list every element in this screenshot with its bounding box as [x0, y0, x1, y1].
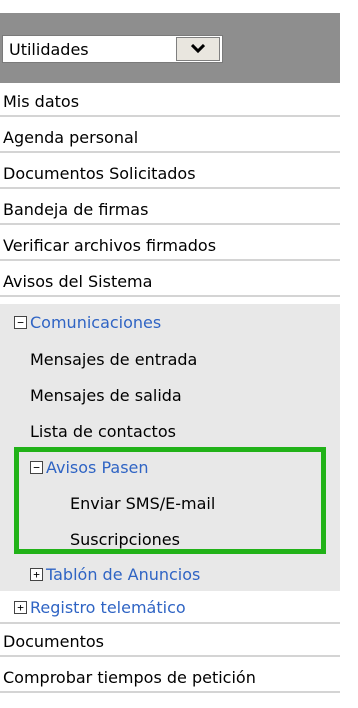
menu-item-label[interactable]: Tablón de Anuncios	[46, 565, 200, 584]
menu-item-suscripciones[interactable]: Suscripciones	[0, 521, 340, 557]
collapse-icon[interactable]: −	[30, 460, 43, 474]
menu-item-mensajes-salida[interactable]: Mensajes de salida	[0, 377, 340, 413]
dropdown-button[interactable]	[176, 37, 220, 61]
menu-item-avisos-sistema[interactable]: Avisos del Sistema	[0, 268, 340, 297]
menu-item-lista-contactos[interactable]: Lista de contactos	[0, 413, 340, 449]
menu-item-agenda-personal[interactable]: Agenda personal	[0, 124, 340, 153]
menu-item-label: Mis datos	[3, 92, 80, 111]
menu-item-mensajes-entrada[interactable]: Mensajes de entrada	[0, 341, 340, 377]
menu-item-label: Avisos del Sistema	[3, 272, 153, 291]
menu-item-comprobar-tiempos[interactable]: Comprobar tiempos de petición	[0, 664, 340, 693]
menu-item-registro-telematico[interactable]: + Registro telemático	[0, 592, 340, 624]
expand-icon[interactable]: +	[14, 600, 27, 614]
menu-item-label[interactable]: Avisos Pasen	[46, 458, 149, 477]
menu-item-label: Verificar archivos firmados	[3, 236, 217, 255]
menu-item-comunicaciones[interactable]: − Comunicaciones	[0, 304, 340, 341]
expand-icon[interactable]: +	[30, 567, 43, 581]
navigation-panel: Utilidades Mis datos Agenda personal Doc…	[0, 0, 348, 708]
utilities-select[interactable]: Utilidades	[2, 35, 223, 63]
menu-item-enviar-sms[interactable]: Enviar SMS/E-mail	[0, 485, 340, 521]
chevron-down-icon	[191, 44, 205, 54]
menu-item-label: Mensajes de entrada	[30, 349, 198, 369]
menu-item-avisos-pasen[interactable]: − Avisos Pasen	[0, 449, 340, 485]
menu-item-label[interactable]: Registro telemático	[30, 598, 186, 617]
menu-item-documentos-solicitados[interactable]: Documentos Solicitados	[0, 160, 340, 189]
menu-item-label: Lista de contactos	[30, 421, 176, 441]
menu-item-verificar-archivos[interactable]: Verificar archivos firmados	[0, 232, 340, 261]
menu-item-tablon-anuncios[interactable]: + Tablón de Anuncios	[0, 557, 340, 591]
menu-item-label: Agenda personal	[3, 128, 139, 147]
menu-item-label: Bandeja de firmas	[3, 200, 149, 219]
menu-item-label: Comprobar tiempos de petición	[3, 668, 256, 687]
menu-item-mis-datos[interactable]: Mis datos	[0, 88, 340, 117]
menu-item-label: Mensajes de salida	[30, 385, 182, 405]
menu-item-label: Documentos	[3, 632, 105, 651]
collapse-icon[interactable]: −	[14, 316, 27, 329]
utilities-select-value: Utilidades	[9, 39, 89, 59]
menu-item-label[interactable]: Comunicaciones	[30, 313, 161, 332]
menu-item-documentos[interactable]: Documentos	[0, 628, 340, 657]
menu-header: Utilidades	[0, 13, 340, 83]
menu-item-label: Documentos Solicitados	[3, 164, 196, 183]
menu-item-label: Suscripciones	[70, 529, 180, 549]
menu-item-bandeja-firmas[interactable]: Bandeja de firmas	[0, 196, 340, 225]
menu-item-label: Enviar SMS/E-mail	[70, 493, 216, 513]
